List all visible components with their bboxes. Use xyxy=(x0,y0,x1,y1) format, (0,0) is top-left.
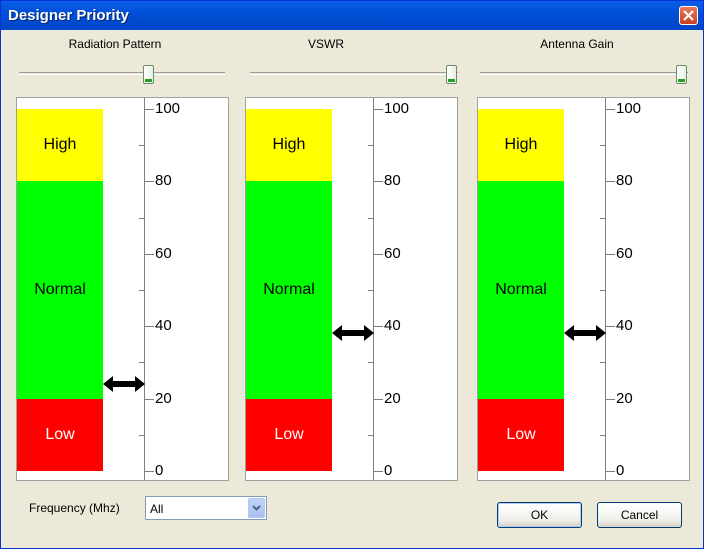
close-icon xyxy=(683,10,694,21)
chevron-down-icon xyxy=(252,505,261,511)
tick-label: 20 xyxy=(616,389,633,407)
major-tick xyxy=(605,471,615,472)
major-tick xyxy=(144,471,154,472)
minor-tick xyxy=(139,434,144,436)
minor-tick xyxy=(368,290,373,291)
cancel-button[interactable]: Cancel xyxy=(597,502,682,528)
band-low: Low xyxy=(17,398,103,471)
slider-track-vswr xyxy=(250,72,458,75)
major-tick xyxy=(373,471,383,472)
frequency-select[interactable]: All xyxy=(145,496,267,520)
frequency-dropdown-button[interactable] xyxy=(248,498,265,518)
gauge-radiation-pattern: High Normal Low 100 80 60 40 20 0 xyxy=(16,97,229,481)
minor-tick xyxy=(600,362,605,364)
band-low: Low xyxy=(478,398,564,471)
ok-button[interactable]: OK xyxy=(497,502,582,528)
tick-label: 0 xyxy=(384,462,393,479)
major-tick xyxy=(144,181,154,183)
minor-tick xyxy=(139,145,144,147)
band-high: High xyxy=(478,109,564,182)
minor-tick xyxy=(139,290,144,291)
double-arrow-indicator-icon xyxy=(332,325,374,342)
major-tick xyxy=(373,253,383,255)
gauge-title-antenna-gain: Antenna Gain xyxy=(540,37,614,51)
designer-priority-dialog: Designer Priority Radiation Pattern High… xyxy=(0,0,704,549)
tick-label: 0 xyxy=(155,462,164,479)
major-tick xyxy=(605,398,615,400)
minor-tick xyxy=(600,217,605,219)
double-arrow-indicator-icon xyxy=(103,376,145,393)
major-tick xyxy=(373,398,383,400)
slider-thumb-antenna-gain[interactable] xyxy=(676,65,687,84)
tick-label: 20 xyxy=(155,389,172,407)
tick-label: 80 xyxy=(616,172,633,190)
tick-label: 40 xyxy=(616,317,633,335)
tick-label: 80 xyxy=(155,172,172,190)
band-low: Low xyxy=(246,398,332,471)
major-tick xyxy=(144,398,154,400)
minor-tick xyxy=(600,290,605,291)
minor-tick xyxy=(139,217,144,219)
minor-tick xyxy=(139,362,144,364)
frequency-label: Frequency (Mhz) xyxy=(29,501,120,515)
major-tick xyxy=(605,181,615,183)
major-tick xyxy=(373,181,383,183)
band-high: High xyxy=(17,109,103,182)
minor-tick xyxy=(600,145,605,147)
tick-label: 0 xyxy=(616,462,625,479)
double-arrow-indicator-icon xyxy=(564,325,606,342)
scale-axis xyxy=(373,98,374,480)
tick-label: 100 xyxy=(384,100,410,117)
major-tick xyxy=(605,109,615,110)
close-button[interactable] xyxy=(679,6,698,25)
tick-label: 80 xyxy=(384,172,401,190)
major-tick xyxy=(373,109,383,110)
minor-tick xyxy=(368,434,373,436)
band-normal: Normal xyxy=(478,181,564,399)
band-normal: Normal xyxy=(246,181,332,399)
major-tick xyxy=(144,253,154,255)
tick-label: 20 xyxy=(384,389,401,407)
tick-label: 60 xyxy=(616,244,633,262)
band-high: High xyxy=(246,109,332,182)
major-tick xyxy=(144,109,154,110)
tick-label: 40 xyxy=(384,317,401,335)
slider-track-antenna-gain xyxy=(480,72,688,75)
tick-label: 100 xyxy=(155,100,181,117)
gauge-vswr: High Normal Low 100 80 60 40 20 0 xyxy=(245,97,458,481)
tick-label: 40 xyxy=(155,317,172,335)
frequency-select-value: All xyxy=(150,502,164,516)
tick-label: 60 xyxy=(155,244,172,262)
slider-thumb-radiation-pattern[interactable] xyxy=(143,65,154,84)
band-normal: Normal xyxy=(17,181,103,399)
gauge-title-radiation-pattern: Radiation Pattern xyxy=(68,37,162,51)
window-title: Designer Priority xyxy=(8,7,129,24)
tick-label: 60 xyxy=(384,244,401,262)
gauge-title-vswr: VSWR xyxy=(308,37,344,51)
major-tick xyxy=(144,326,154,328)
slider-track-radiation-pattern xyxy=(19,72,225,75)
scale-axis xyxy=(605,98,606,480)
minor-tick xyxy=(368,217,373,219)
minor-tick xyxy=(368,362,373,364)
gauge-antenna-gain: High Normal Low 100 80 60 40 20 0 xyxy=(477,97,690,481)
minor-tick xyxy=(600,434,605,436)
tick-label: 100 xyxy=(616,100,642,117)
slider-thumb-vswr[interactable] xyxy=(446,65,457,84)
title-bar: Designer Priority xyxy=(1,1,703,30)
minor-tick xyxy=(368,145,373,147)
scale-axis xyxy=(144,98,145,480)
major-tick xyxy=(605,253,615,255)
